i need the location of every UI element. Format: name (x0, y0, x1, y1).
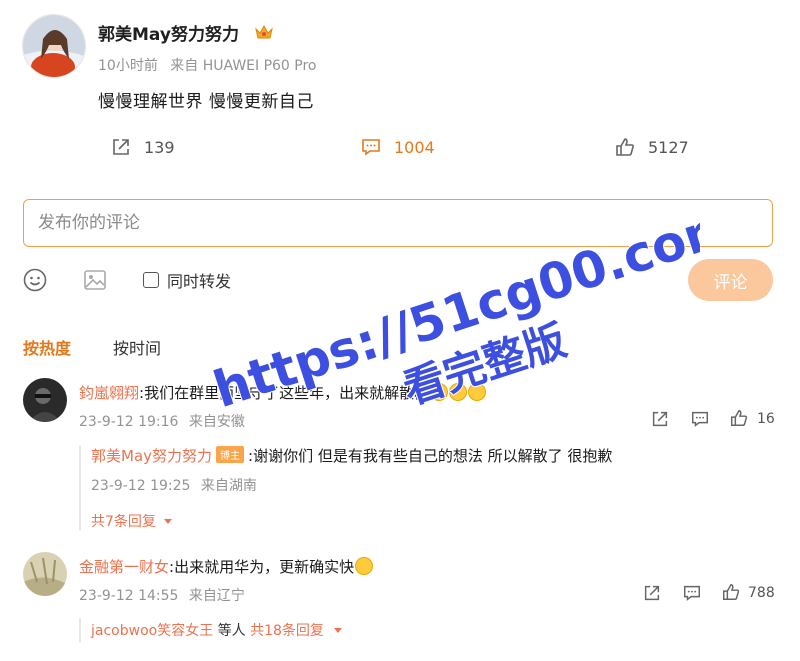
comment-time: 23-9-12 19:16 (79, 414, 179, 430)
checkbox-box[interactable] (143, 272, 159, 288)
repost-checkbox-label: 同时转发 (167, 272, 232, 291)
repost-count: 139 (144, 137, 175, 157)
share-icon[interactable] (642, 583, 662, 603)
comment-like-count: 788 (748, 585, 775, 601)
reply-text: :谢谢你们 但是有我有些自己的想法 所以解散了 很抱歉 (248, 447, 613, 465)
comment-text: :我们在群里面坚守了这些年，出来就解散群 (139, 384, 430, 402)
reply-time: 23-9-12 19:25 (91, 478, 191, 494)
post-meta: 10小时前 来自 HUAWEI P60 Pro (98, 55, 317, 75)
reply-icon[interactable] (690, 409, 710, 429)
reply-location: 来自湖南 (200, 478, 257, 494)
repost-button[interactable]: 139 (110, 136, 175, 158)
commenter-name[interactable]: 鈞嵐翱翔 (79, 384, 139, 402)
comment-body: 金融第一财女:出来就用华为，更新确实快 (79, 556, 374, 577)
comment-text: :出来就用华为，更新确实快 (169, 558, 355, 576)
reply-preview-name[interactable]: jacobwoo笑容女王 (91, 623, 213, 639)
tab-sort-hot[interactable]: 按热度 (23, 335, 71, 359)
comment-avatar[interactable] (23, 378, 67, 422)
vip-crown-icon (254, 22, 274, 42)
caret-down-icon (164, 519, 173, 524)
comment-time: 23-9-12 14:55 (79, 588, 179, 604)
like-button[interactable]: 5127 (614, 136, 689, 158)
reply-preview: jacobwoo笑容女王 等人 共18条回复 (91, 620, 343, 640)
reply-divider (79, 618, 81, 642)
reply-meta: 23-9-12 19:25 来自湖南 (91, 475, 257, 495)
author-avatar[interactable] (22, 14, 86, 78)
caret-down-icon (334, 628, 343, 633)
tab-sort-time[interactable]: 按时间 (113, 335, 161, 359)
submit-comment-button[interactable]: 评论 (688, 259, 773, 301)
commenter-name[interactable]: 金融第一财女 (79, 558, 169, 576)
comment-icon (362, 139, 380, 156)
image-icon[interactable] (82, 267, 108, 293)
emoji-icon[interactable] (22, 267, 48, 293)
comment-button[interactable]: 1004 (360, 136, 435, 158)
comment-input[interactable] (23, 199, 773, 247)
reply-preview-text: 等人 (213, 623, 251, 639)
share-icon (113, 139, 129, 155)
thumbs-up-icon[interactable] (721, 582, 741, 602)
post-source: 来自 HUAWEI P60 Pro (170, 58, 317, 74)
comment-body: 鈞嵐翱翔:我们在群里面坚守了这些年，出来就解散群 (79, 382, 487, 403)
crying-emoji-icon (468, 383, 487, 401)
thumbs-up-icon[interactable] (729, 408, 749, 428)
more-replies-link[interactable]: 共7条回复 (91, 511, 173, 531)
author-badge: 博主 (216, 446, 245, 463)
reply-icon[interactable] (682, 583, 702, 603)
more-replies-link[interactable]: 共18条回复 (250, 623, 324, 639)
repost-checkbox[interactable]: 同时转发 (143, 268, 231, 292)
smirk-emoji-icon (355, 557, 374, 575)
post-text: 慢慢理解世界 慢慢更新自己 (98, 92, 314, 112)
reply-author-name[interactable]: 郭美May努力努力 (91, 447, 212, 465)
comment-meta: 23-9-12 14:55 来自辽宁 (79, 585, 245, 605)
comment-avatar[interactable] (23, 552, 67, 596)
like-count: 5127 (648, 137, 689, 157)
comment-location: 来自安徽 (188, 414, 245, 430)
thumbs-up-icon (616, 138, 634, 156)
reply-divider (79, 446, 81, 530)
comment-location: 来自辽宁 (188, 588, 245, 604)
crying-emoji-icon (430, 383, 449, 401)
crying-emoji-icon (449, 383, 468, 401)
comment-count: 1004 (394, 137, 435, 157)
comment-meta: 23-9-12 19:16 来自安徽 (79, 411, 245, 431)
comment-like-count: 16 (757, 411, 775, 427)
reply-body: 郭美May努力努力 博主:谢谢你们 但是有我有些自己的想法 所以解散了 很抱歉 (91, 445, 612, 466)
share-icon[interactable] (650, 409, 670, 429)
post-time: 10小时前 (98, 58, 158, 74)
more-replies-label: 共7条回复 (91, 514, 156, 530)
post-author-name[interactable]: 郭美May努力努力 (98, 20, 239, 45)
